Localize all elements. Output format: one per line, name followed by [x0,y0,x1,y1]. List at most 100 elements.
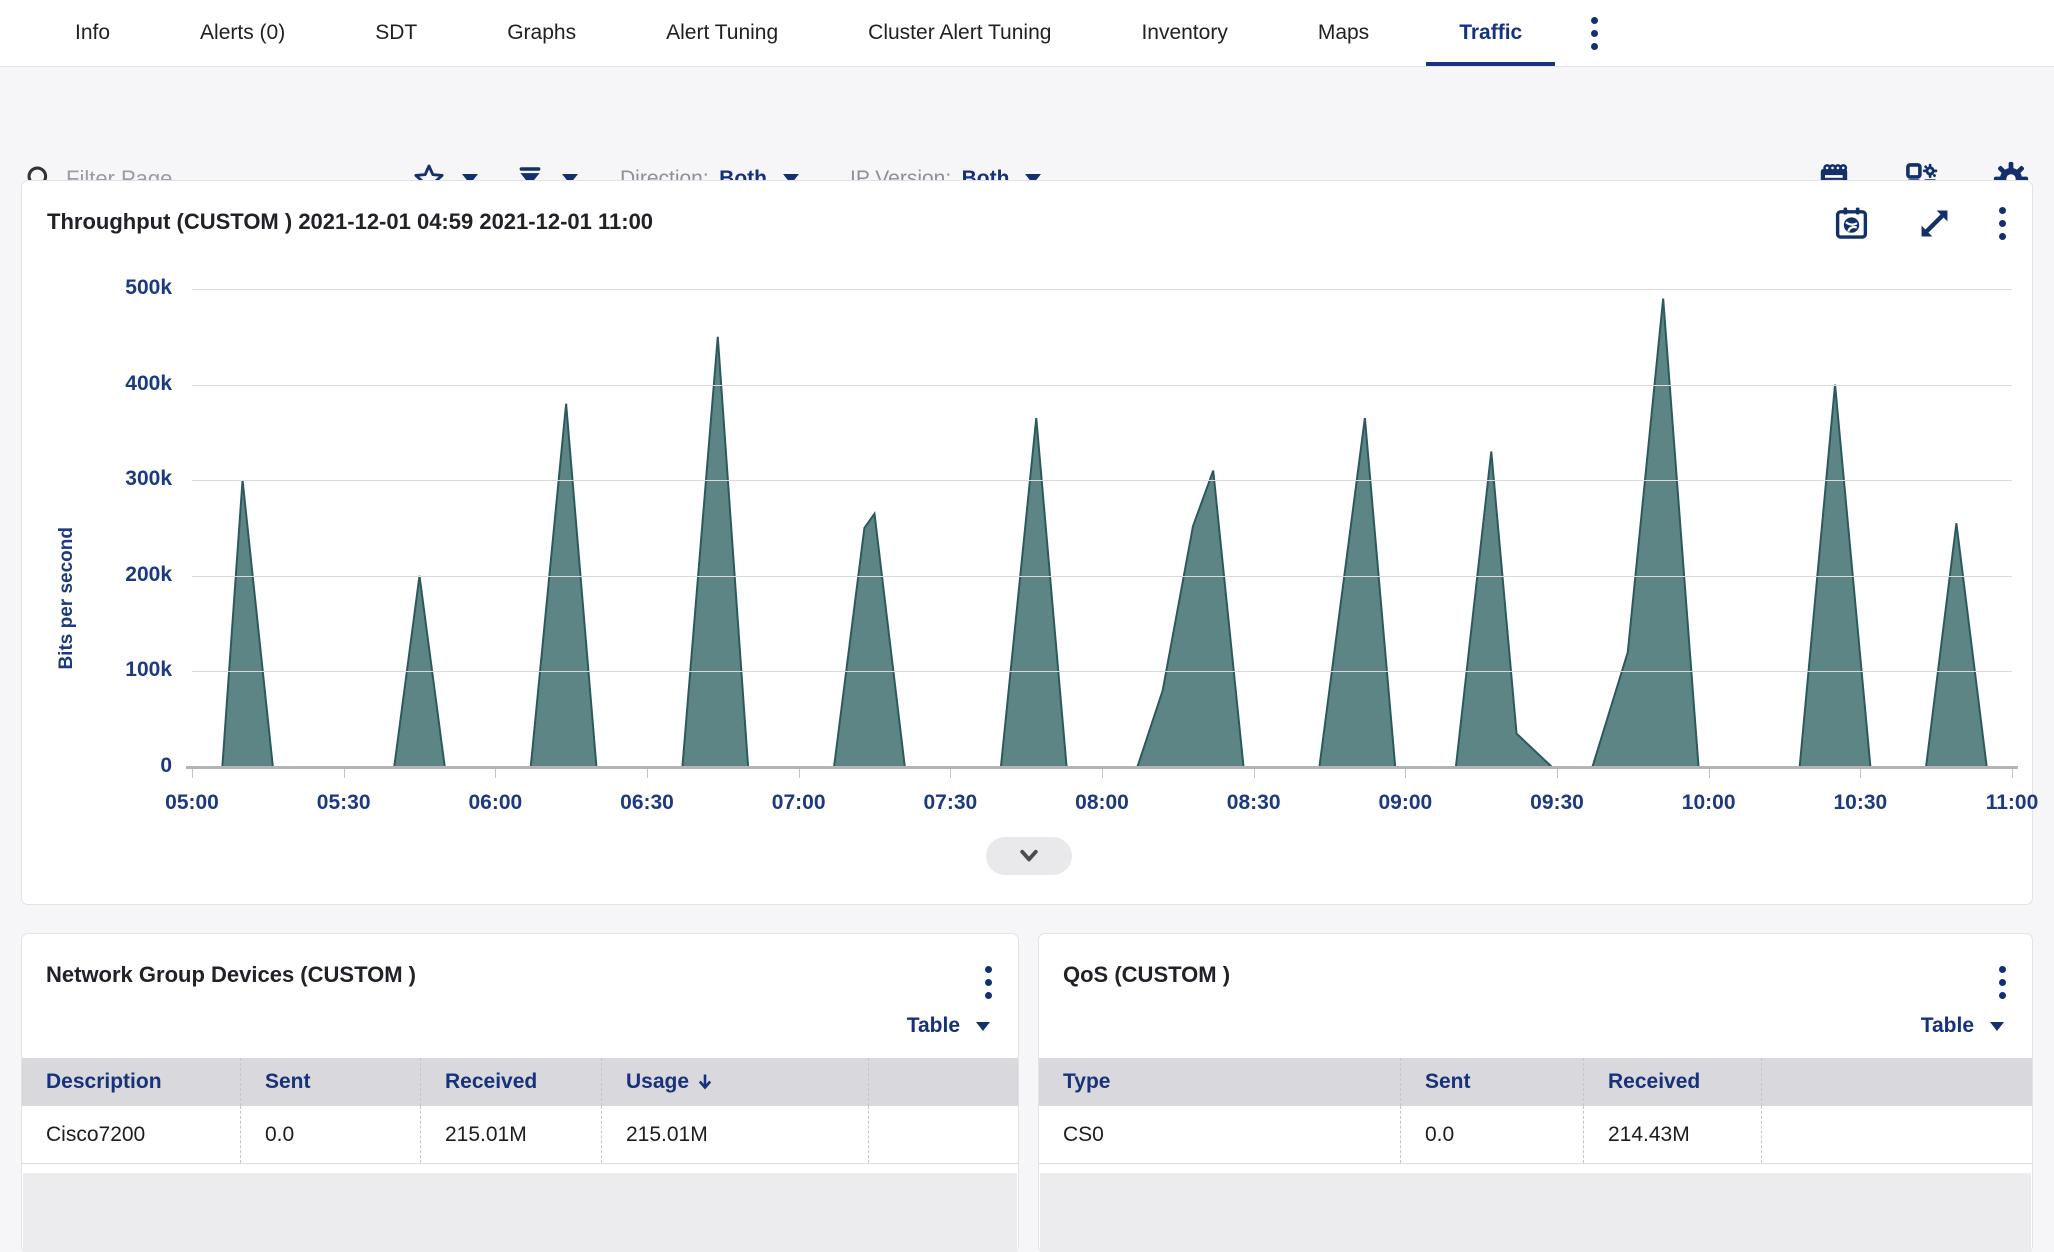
gridline [192,671,2012,672]
y-tick-label: 200k [62,563,172,587]
top-nav: InfoAlerts (0)SDTGraphsAlert TuningClust… [0,0,2054,67]
throughput-area-series [192,289,2012,767]
throughput-panel-title: Throughput (CUSTOM ) 2021-12-01 04:59 20… [47,209,653,235]
qos-table: TypeSentReceivedCS00.0214.43M [1039,1058,2032,1164]
device-table-footer-area [23,1173,1017,1252]
qos-panel-kebab-icon[interactable] [1999,960,2006,999]
chevron-down-icon [1990,1022,2004,1031]
column-header-received[interactable]: Received [420,1058,601,1106]
table-cell: 0.0 [1400,1106,1583,1163]
x-tick-label: 08:30 [1227,791,1281,815]
kebab-menu-icon [985,966,992,999]
chart-kebab-menu-icon[interactable] [1999,207,2006,240]
device-view-selector[interactable]: Table [907,1014,990,1038]
x-tick-label: 06:00 [468,791,522,815]
table-cell: 215.01M [420,1106,601,1163]
nav-tabs: InfoAlerts (0)SDTGraphsAlert TuningClust… [30,0,1567,66]
x-tick-mark [495,769,496,778]
tab-traffic[interactable]: Traffic [1414,0,1567,66]
x-tick-mark [647,769,648,778]
x-tick-label: 09:00 [1378,791,1432,815]
sort-desc-arrow-icon [697,1072,713,1092]
x-tick-label: 07:30 [923,791,977,815]
x-tick-mark [192,769,193,778]
column-header-sent[interactable]: Sent [240,1058,420,1106]
x-tick-label: 09:30 [1530,791,1584,815]
x-tick-label: 07:00 [772,791,826,815]
table-cell: 215.01M [601,1106,868,1163]
tab-sdt[interactable]: SDT [330,0,462,66]
y-tick-label: 300k [62,467,172,491]
collapse-chart-button[interactable] [986,837,1072,875]
throughput-panel: Throughput (CUSTOM ) 2021-12-01 04:59 20… [21,180,2033,905]
y-tick-label: 400k [62,372,172,396]
y-tick-label: 100k [62,658,172,682]
table-header-row: DescriptionSentReceivedUsage [22,1058,1018,1106]
table-cell: CS0 [1039,1106,1400,1163]
gridline [192,385,2012,386]
time-range-calendar-icon[interactable] [1833,205,1870,242]
column-header-empty [1761,1058,2032,1106]
column-header-received[interactable]: Received [1583,1058,1761,1106]
filter-bar: Direction: Both IP Version: Both [0,67,2054,180]
table-cell: 0.0 [240,1106,420,1163]
kebab-menu-icon [1999,966,2006,999]
column-header-usage[interactable]: Usage [601,1058,868,1106]
x-tick-label: 08:00 [1075,791,1129,815]
device-table: DescriptionSentReceivedUsageCisco72000.0… [22,1058,1018,1164]
expand-icon[interactable] [1916,205,1953,242]
table-cell: Cisco7200 [22,1106,240,1163]
view-selector-label: Table [907,1014,960,1038]
tab-cluster-alert-tuning[interactable]: Cluster Alert Tuning [823,0,1096,66]
qos-panel-title: QoS (CUSTOM ) [1063,962,1230,988]
x-tick-label: 05:30 [317,791,371,815]
tab-inventory[interactable]: Inventory [1096,0,1272,66]
x-tick-mark [799,769,800,778]
qos-panel: QoS (CUSTOM ) Table TypeSentReceivedCS00… [1038,933,2033,1252]
gridline [192,480,2012,481]
x-tick-mark [2012,769,2013,778]
qos-view-selector[interactable]: Table [1921,1014,2004,1038]
table-cell: 214.43M [1583,1106,1761,1163]
device-panel-kebab-icon[interactable] [985,960,992,999]
qos-table-footer-area [1040,1173,2031,1252]
x-tick-label: 05:00 [165,791,219,815]
view-selector-label: Table [1921,1014,1974,1038]
y-tick-label: 500k [62,276,172,300]
x-tick-label: 10:00 [1682,791,1736,815]
table-cell [868,1106,1018,1163]
tab-alert-tuning[interactable]: Alert Tuning [621,0,823,66]
kebab-menu-icon [1591,17,1598,50]
table-row[interactable]: Cisco72000.0215.01M215.01M [22,1106,1018,1164]
column-header-type[interactable]: Type [1039,1058,1400,1106]
table-cell [1761,1106,2032,1163]
gridline [192,289,2012,290]
x-tick-label: 11:00 [1986,791,2039,815]
column-header-description[interactable]: Description [22,1058,240,1106]
x-tick-label: 06:30 [620,791,674,815]
column-header-empty [868,1058,1018,1106]
tab-alerts-0[interactable]: Alerts (0) [155,0,330,66]
network-group-devices-panel: Network Group Devices (CUSTOM ) Table De… [21,933,1019,1252]
x-tick-mark [1709,769,1710,778]
table-header-row: TypeSentReceived [1039,1058,2032,1106]
y-tick-label: 0 [62,754,172,778]
x-tick-mark [1254,769,1255,778]
x-tick-mark [344,769,345,778]
kebab-menu-icon [1999,207,2006,240]
tab-maps[interactable]: Maps [1273,0,1414,66]
x-tick-mark [1405,769,1406,778]
x-tick-mark [950,769,951,778]
x-tick-mark [1102,769,1103,778]
chart-plot-area[interactable] [192,289,2012,767]
nav-overflow-kebab-icon[interactable] [1567,0,1622,66]
chevron-down-icon [1014,845,1044,867]
y-axis-title: Bits per second [56,527,78,670]
tab-info[interactable]: Info [30,0,155,66]
column-header-sent[interactable]: Sent [1400,1058,1583,1106]
tab-graphs[interactable]: Graphs [462,0,621,66]
x-tick-label: 10:30 [1833,791,1887,815]
device-panel-title: Network Group Devices (CUSTOM ) [46,962,416,988]
table-row[interactable]: CS00.0214.43M [1039,1106,2032,1164]
x-tick-mark [1860,769,1861,778]
